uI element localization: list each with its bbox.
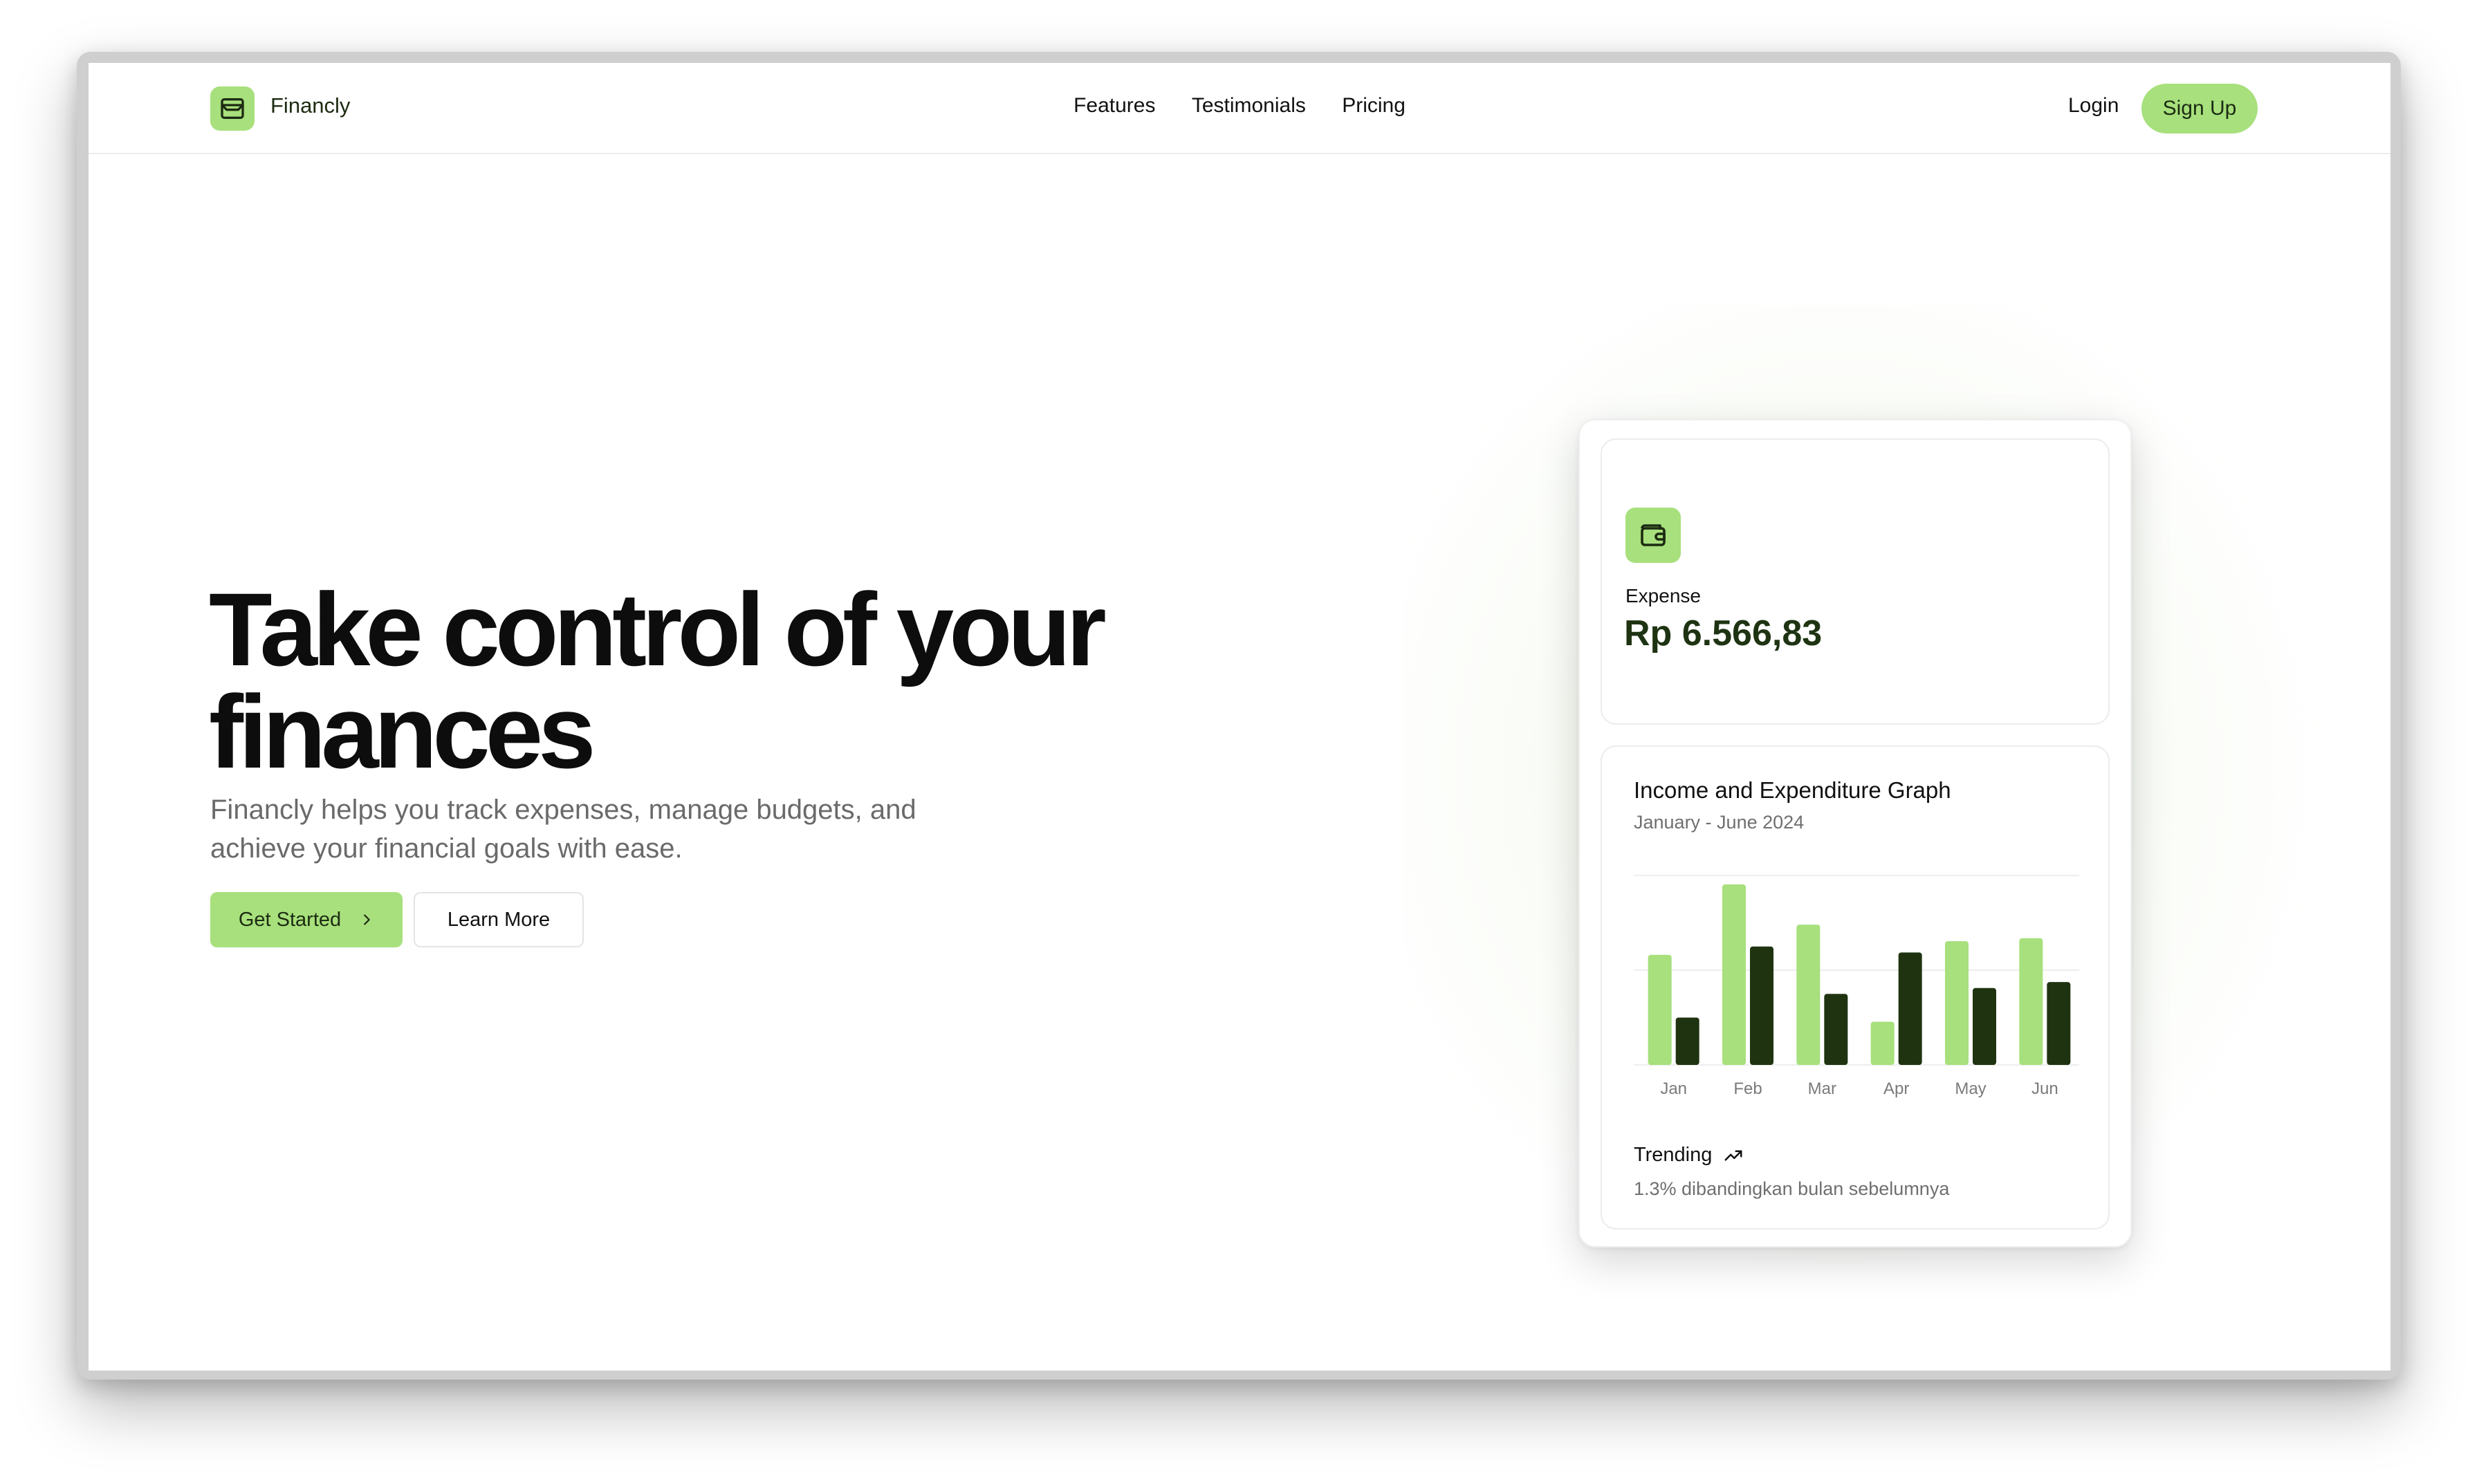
expense-label: Expense xyxy=(1625,585,1701,606)
nav-link-testimonials[interactable]: Testimonials xyxy=(1192,94,1306,118)
hero-subtitle: Financly helps you track expenses, manag… xyxy=(210,790,999,868)
chart-bar-jun-series-2[interactable] xyxy=(2047,982,2071,1065)
chart-bar-may-series-2[interactable] xyxy=(1973,987,1996,1065)
dashboard-preview-card: Expense Rp 6.566,83 Income and Expenditu… xyxy=(1578,419,2132,1248)
chart-tick-label: Jan xyxy=(1660,1079,1687,1098)
get-started-label: Get Started xyxy=(238,908,342,931)
sign-up-button[interactable]: Sign Up xyxy=(2141,84,2258,133)
expense-panel: Expense Rp 6.566,83 xyxy=(1601,438,2110,725)
graph-subtitle: January - June 2024 xyxy=(1634,812,1805,833)
login-link[interactable]: Login xyxy=(2068,94,2119,118)
chart-bar-mar-series-1[interactable] xyxy=(1796,925,1821,1065)
nav-link-features[interactable]: Features xyxy=(1073,94,1155,118)
nav-link-pricing[interactable]: Pricing xyxy=(1342,94,1406,118)
hero-title: Take control of your finances xyxy=(209,571,1177,790)
chevron-right-icon xyxy=(364,914,370,925)
chart-bar-jan-series-1[interactable] xyxy=(1648,954,1672,1065)
wallet-badge xyxy=(1625,508,1681,563)
hero-subtitle-line-1: Financly helps you track expenses, manag… xyxy=(210,795,916,825)
chart-tick-label: Mar xyxy=(1808,1079,1836,1098)
hero-title-line-1: Take control of your xyxy=(209,571,1107,687)
page-viewport: Financly Features Testimonials Pricing L… xyxy=(89,63,2390,1371)
trend-note: 1.3% dibandingkan bulan sebelumnya xyxy=(1634,1178,1950,1199)
graph-panel: Income and Expenditure Graph January - J… xyxy=(1601,745,2110,1230)
wallet-icon xyxy=(1641,524,1666,546)
chart-tick-label: Apr xyxy=(1883,1079,1909,1098)
trend-row: Trending xyxy=(1634,1144,1744,1167)
chart-bar-jun-series-1[interactable] xyxy=(2019,938,2043,1065)
chart-bar-apr-series-1[interactable] xyxy=(1870,1021,1895,1065)
chart-bar-apr-series-2[interactable] xyxy=(1898,952,1922,1065)
learn-more-button[interactable]: Learn More xyxy=(414,892,584,947)
trending-up-icon xyxy=(1724,1150,1742,1160)
chart-bar-feb-series-1[interactable] xyxy=(1722,884,1746,1065)
nav-links: Features Testimonials Pricing xyxy=(89,94,2390,118)
hero-title-line-2: finances xyxy=(209,674,596,790)
get-started-button[interactable]: Get Started xyxy=(210,892,403,947)
income-expenditure-chart: Jan Feb Mar Apr May Jun xyxy=(1634,875,2079,1098)
chart-bar-jan-series-2[interactable] xyxy=(1675,1017,1699,1066)
hero-subtitle-line-2: achieve your financial goals with ease. xyxy=(210,833,683,864)
trend-label: Trending xyxy=(1634,1144,1713,1166)
chart-tick-label: Feb xyxy=(1733,1079,1762,1098)
chart-bar-may-series-1[interactable] xyxy=(1945,941,1969,1065)
top-navigation: Financly Features Testimonials Pricing L… xyxy=(89,63,2390,154)
graph-title: Income and Expenditure Graph xyxy=(1634,777,1951,803)
chart-tick-label: Jun xyxy=(2031,1079,2058,1098)
chart-bar-feb-series-2[interactable] xyxy=(1750,946,1773,1065)
expense-value: Rp 6.566,83 xyxy=(1624,613,1823,653)
chart-tick-label: May xyxy=(1955,1079,1986,1098)
chart-bar-mar-series-2[interactable] xyxy=(1824,994,1848,1065)
